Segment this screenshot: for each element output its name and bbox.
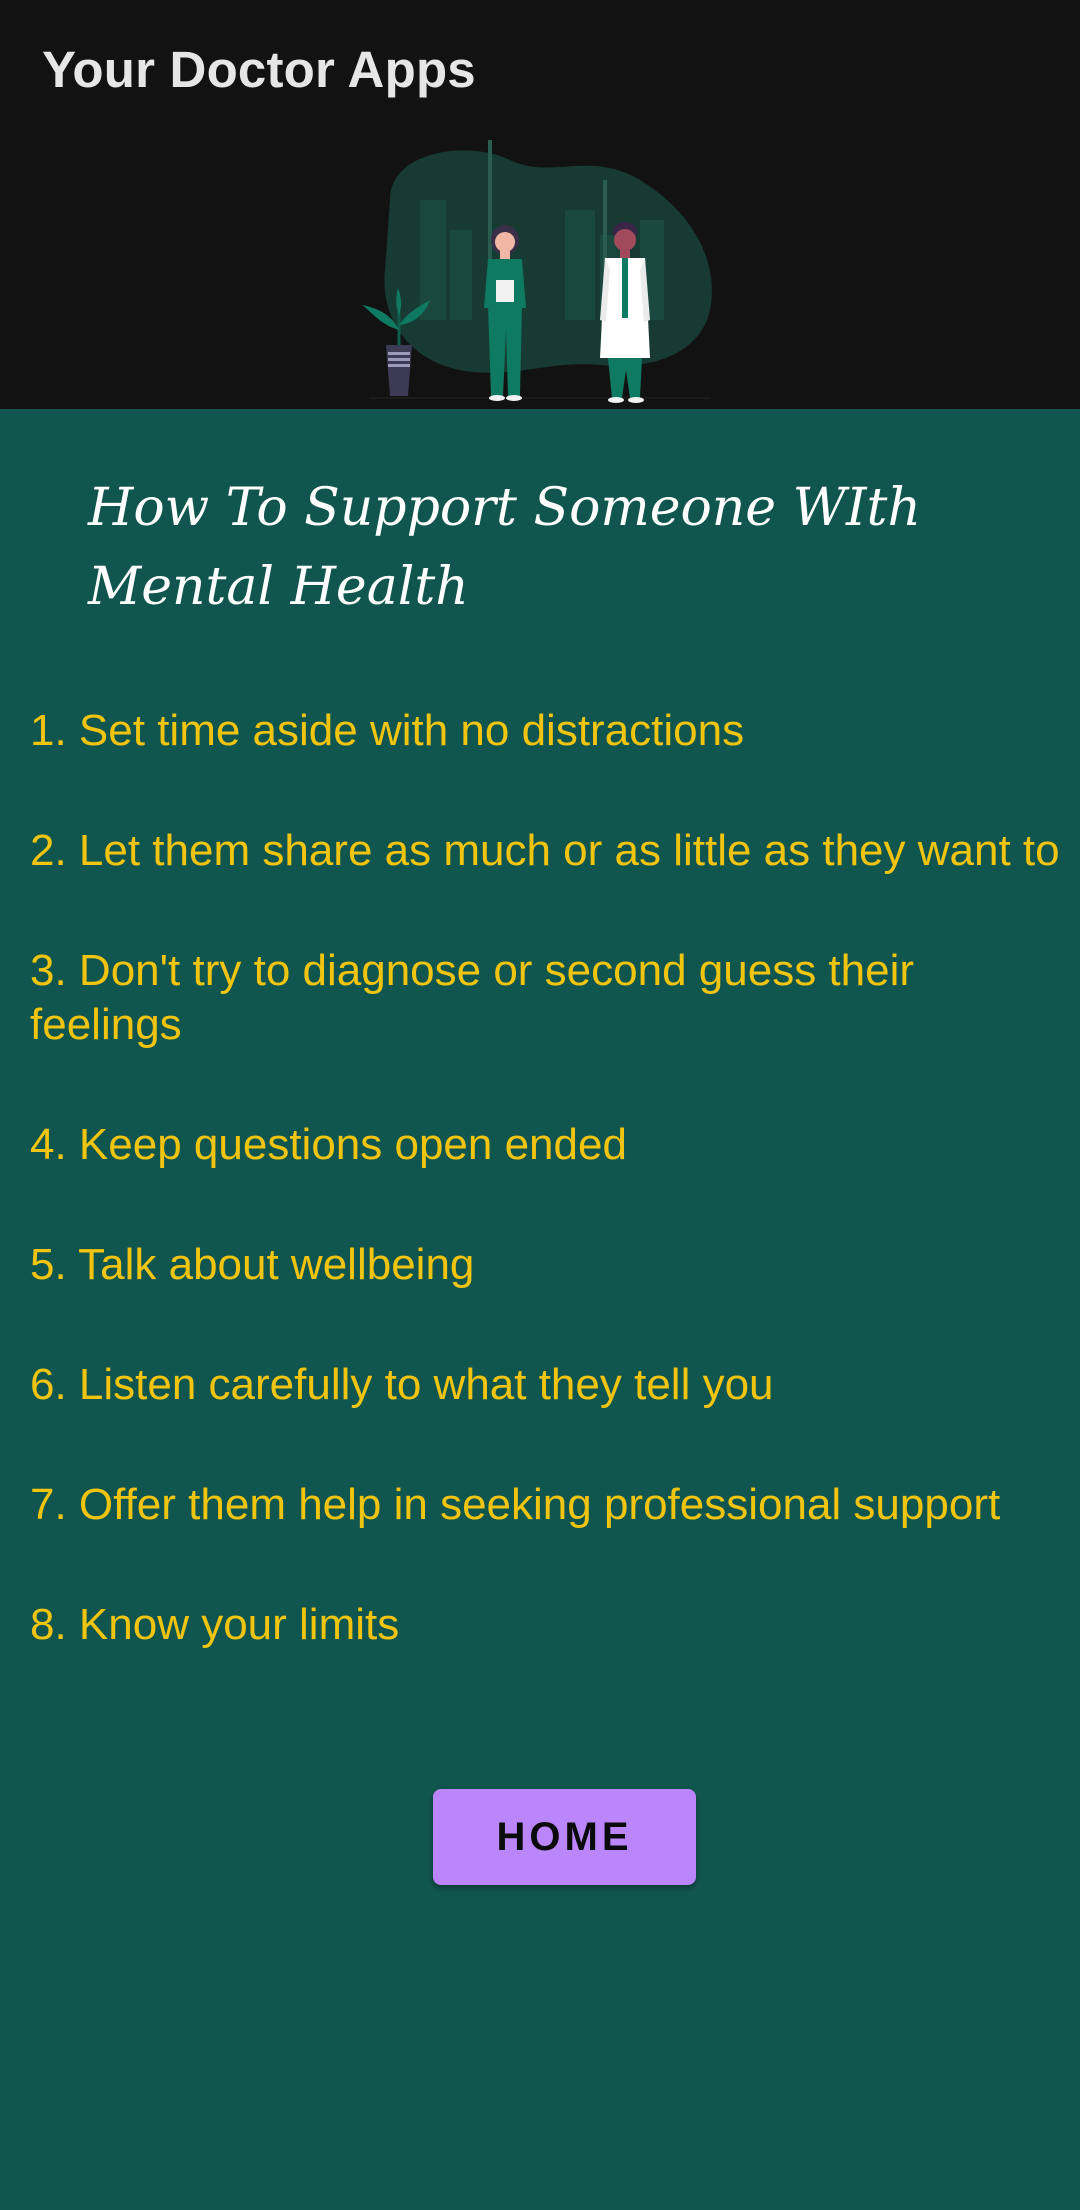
home-button[interactable]: HOME bbox=[433, 1789, 696, 1885]
article-content: How To Support Someone WIth Mental Healt… bbox=[0, 409, 1080, 2210]
tips-list: 1. Set time aside with no distractions 2… bbox=[30, 704, 1060, 1718]
tip-item: 5. Talk about wellbeing bbox=[30, 1240, 475, 1289]
tip-item: 7. Offer them help in seeking profession… bbox=[30, 1480, 1001, 1529]
tip-item: 2. Let them share as much or as little a… bbox=[30, 826, 1060, 875]
app-title: Your Doctor Apps bbox=[42, 41, 476, 98]
tip-item: 4. Keep questions open ended bbox=[30, 1120, 627, 1169]
tip-item: 8. Know your limits bbox=[30, 1600, 400, 1649]
app-bar: Your Doctor Apps bbox=[0, 0, 1080, 409]
tip-item: 3. Don't try to diagnose or second guess… bbox=[30, 946, 915, 1049]
article-heading: How To Support Someone WIth Mental Healt… bbox=[88, 478, 921, 617]
tip-item: 6. Listen carefully to what they tell yo… bbox=[30, 1360, 774, 1409]
doctors-illustration bbox=[362, 140, 712, 403]
tip-item: 1. Set time aside with no distractions bbox=[30, 706, 745, 755]
